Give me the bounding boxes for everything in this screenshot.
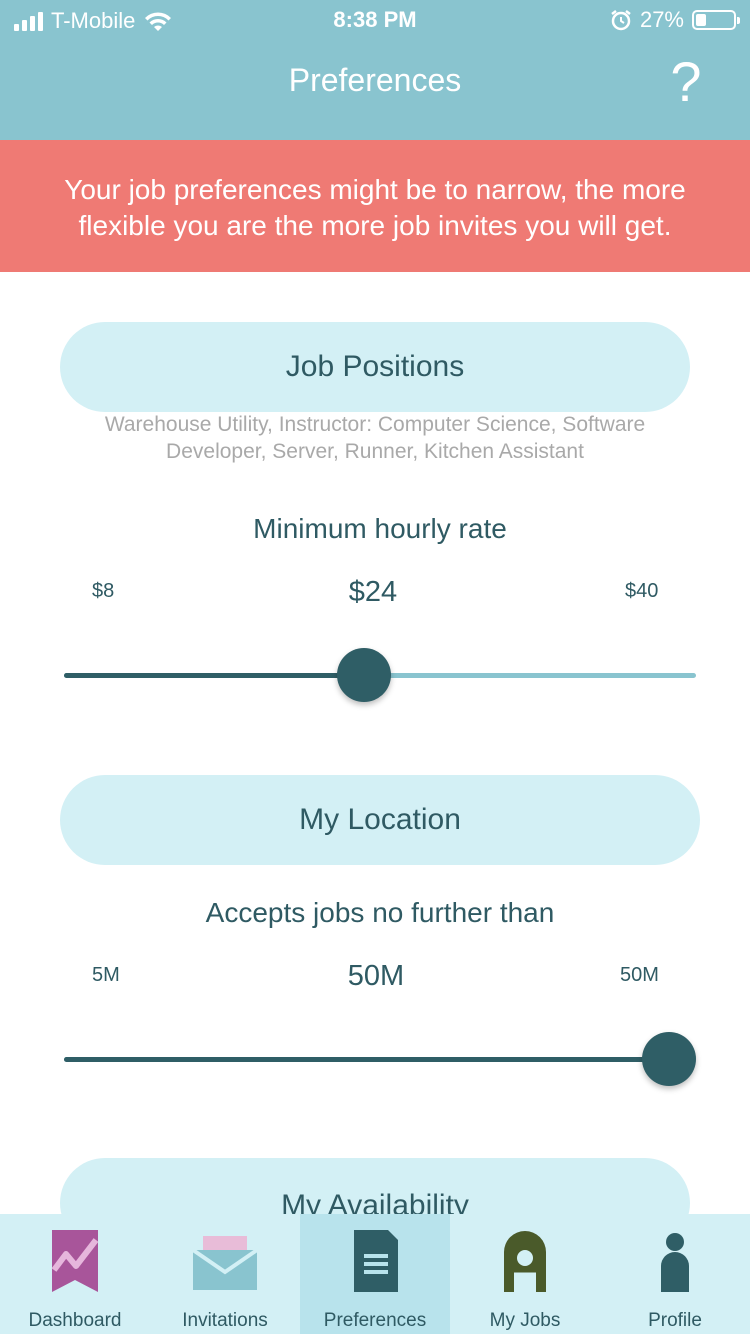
distance-value-label: 50M	[347, 960, 405, 992]
distance-label: Accepts jobs no further than	[205, 897, 555, 928]
tab-profile[interactable]: Profile	[600, 1214, 750, 1334]
my-location-button[interactable]: My Location	[60, 775, 700, 865]
distance-slider-fill	[64, 1057, 669, 1062]
tab-preferences[interactable]: Preferences	[300, 1214, 450, 1334]
tab-bar: Dashboard Invitations Preferences My Job…	[0, 1214, 750, 1334]
tab-my-jobs[interactable]: My Jobs	[450, 1214, 600, 1334]
tab-label: Invitations	[182, 1310, 268, 1331]
tab-label: Profile	[648, 1310, 702, 1331]
document-icon	[354, 1230, 398, 1292]
chart-ribbon-icon	[51, 1230, 99, 1292]
app-header: T-Mobile 8:38 PM 27% Preferences ?	[0, 0, 750, 140]
status-right: 27%	[610, 7, 740, 33]
rate-value-label: $24	[348, 576, 398, 608]
tab-label: My Jobs	[489, 1310, 561, 1331]
tab-invitations[interactable]: Invitations	[150, 1214, 300, 1334]
help-button[interactable]: ?	[664, 52, 708, 112]
warning-banner: Your job preferences might be to narrow,…	[0, 140, 750, 272]
battery-icon	[692, 10, 740, 30]
rate-min-label: $8	[92, 580, 115, 602]
job-positions-button[interactable]: Job Positions	[60, 322, 690, 412]
alarm-icon	[611, 10, 631, 31]
rate-slider-thumb[interactable]	[337, 648, 391, 702]
tab-label: Dashboard	[28, 1310, 122, 1331]
page-title: Preferences	[288, 62, 462, 98]
tab-dashboard[interactable]: Dashboard	[0, 1214, 150, 1334]
rate-max-label: $40	[625, 580, 659, 602]
selected-positions: Warehouse Utility, Instructor: Computer …	[104, 413, 646, 463]
envelope-icon	[191, 1236, 259, 1290]
rate-slider-fill	[64, 673, 364, 678]
battery-percent: 27%	[639, 7, 684, 32]
distance-min-label: 5M	[92, 964, 120, 986]
distance-slider-thumb[interactable]	[642, 1032, 696, 1086]
battery-fill	[696, 14, 706, 26]
hardhat-icon	[504, 1231, 546, 1292]
distance-max-label: 50M	[620, 964, 659, 986]
status-bar: T-Mobile 8:38 PM 27%	[0, 0, 750, 40]
person-icon	[661, 1233, 689, 1292]
tab-label: Preferences	[323, 1310, 427, 1331]
hourly-rate-label: Minimum hourly rate	[253, 513, 507, 544]
